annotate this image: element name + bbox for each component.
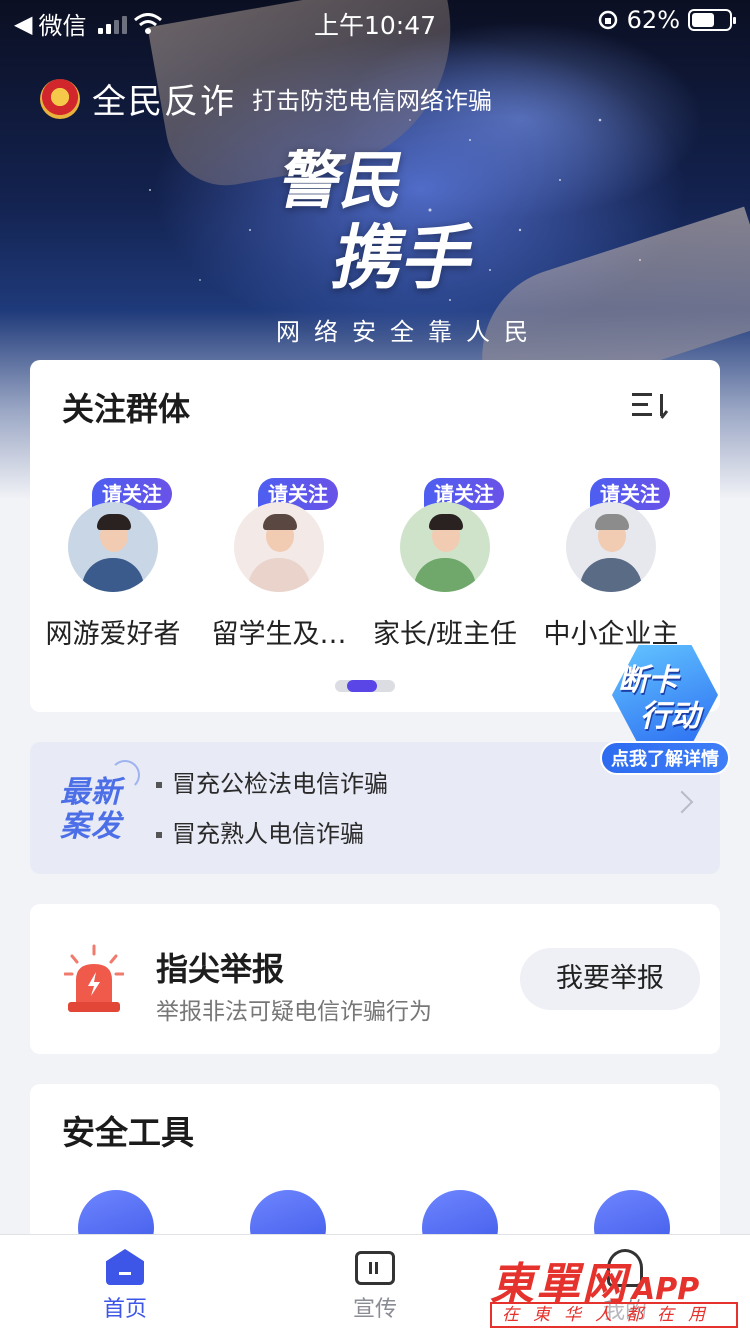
focus-group-list: 请关注 网游爱好者 请关注 留学生及… 请关注 家长/班主任 请关注 中小企业主 [30, 478, 720, 651]
watermark-tagline: 在東华人都在用 [490, 1302, 738, 1328]
focus-group-parents-teachers[interactable]: 请关注 家长/班主任 [362, 478, 528, 651]
tab-home[interactable]: 首页 [0, 1235, 250, 1334]
carousel-pager[interactable] [335, 680, 395, 692]
app-header: 全民反诈 打击防范电信网络诈骗 [40, 74, 492, 123]
home-icon [106, 1249, 144, 1285]
promo-title: 断卡 行动 [618, 663, 700, 734]
alarm-siren-icon [64, 944, 124, 1012]
report-subtitle: 举报非法可疑电信诈骗行为 [156, 999, 432, 1025]
case-item[interactable]: 冒充熟人电信诈骗 [156, 816, 388, 866]
avatar [234, 502, 324, 592]
card-cutoff-action-promo[interactable]: 断卡 行动 点我了解详情 [600, 645, 732, 775]
watermark-logo: 東單网 APP 在東华人都在用 [490, 1248, 740, 1330]
battery-icon [688, 9, 736, 31]
promo-details-button[interactable]: 点我了解详情 [600, 741, 730, 775]
focus-group-label: 家长/班主任 [372, 619, 518, 650]
chevron-right-icon[interactable] [670, 790, 694, 814]
avatar [68, 502, 158, 592]
carousel-pager-active-dot [347, 680, 377, 692]
report-title: 指尖举报 [156, 950, 285, 988]
tab-publicity[interactable]: 宣传 [250, 1235, 500, 1334]
status-bar: ◀ 微信 上午10:47 62% [0, 0, 750, 42]
report-button[interactable]: 我要举报 [520, 948, 700, 1010]
tab-label: 宣传 [352, 1297, 397, 1322]
focus-group-label: 留学生及… [211, 619, 347, 650]
police-emblem-icon [40, 78, 80, 119]
tab-label: 首页 [102, 1297, 147, 1322]
section-title: 关注群体 [62, 390, 191, 428]
battery-percent: 62% [626, 6, 680, 34]
section-title: 安全工具 [62, 1113, 194, 1152]
case-item[interactable]: 冒充公检法电信诈骗 [156, 766, 388, 816]
list-sort-icon[interactable] [632, 390, 674, 420]
case-list: 冒充公检法电信诈骗 冒充熟人电信诈骗 [156, 766, 388, 866]
banner-slogan: 网络安全靠人民 [276, 318, 542, 346]
latest-cases-label: 最新 案发 [60, 775, 122, 844]
app-subtitle: 打击防范电信网络诈骗 [252, 87, 492, 115]
app-title: 全民反诈 [92, 82, 236, 122]
report-card: 指尖举报 举报非法可疑电信诈骗行为 我要举报 [30, 904, 720, 1054]
avatar [400, 502, 490, 592]
focus-group-gamer[interactable]: 请关注 网游爱好者 [30, 478, 196, 651]
tv-icon [355, 1251, 395, 1285]
banner-calligraphy-line2: 携手 [326, 216, 484, 299]
focus-group-label: 网游爱好者 [45, 619, 181, 650]
rotation-lock-icon [598, 10, 617, 30]
focus-group-overseas-students[interactable]: 请关注 留学生及… [196, 478, 362, 651]
focus-group-business-owners[interactable]: 请关注 中小企业主 [528, 478, 694, 651]
avatar [566, 502, 656, 592]
